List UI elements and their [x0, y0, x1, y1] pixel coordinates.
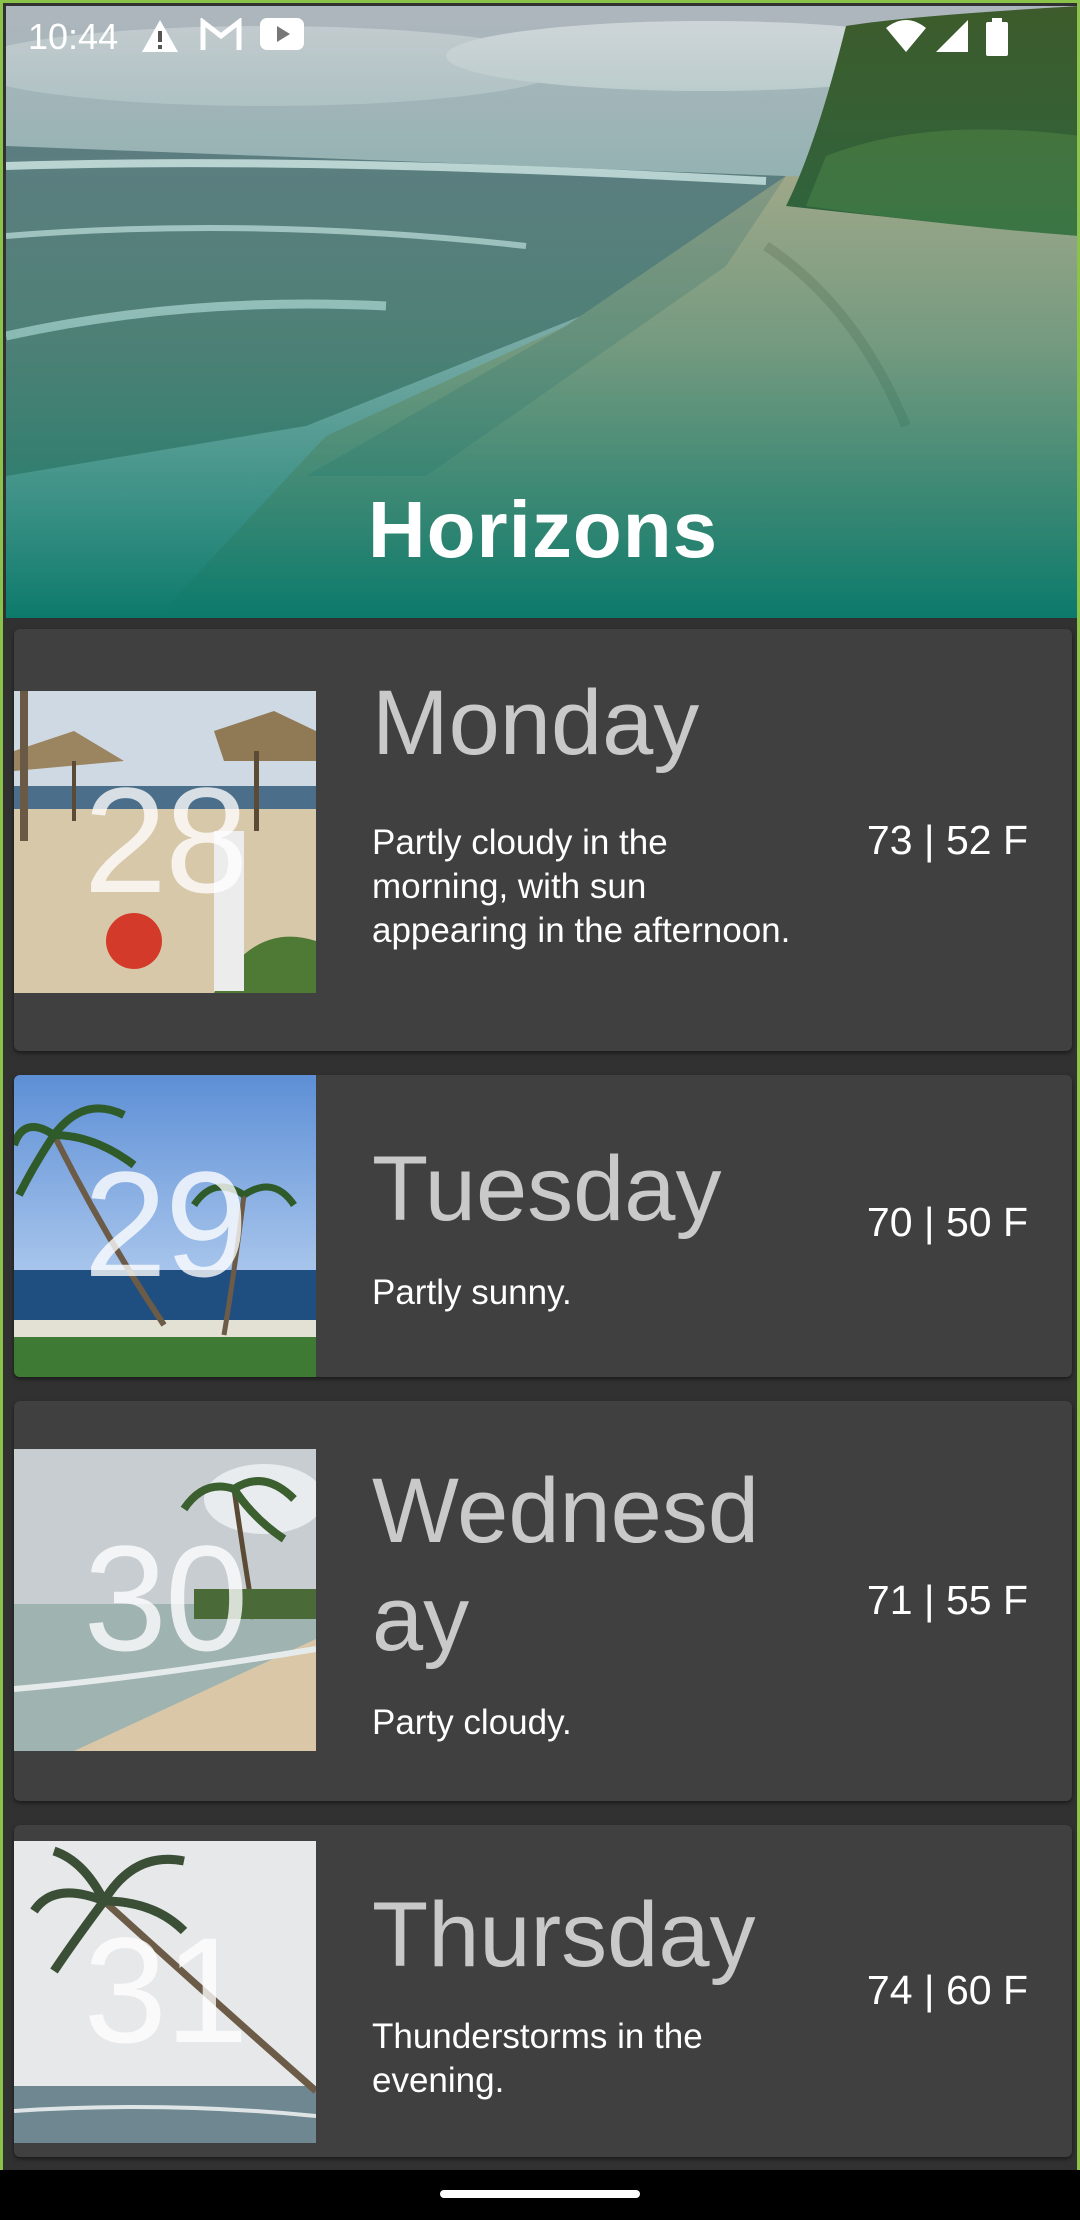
youtube-icon [260, 18, 304, 50]
day-name: Wednesday [372, 1460, 760, 1670]
day-thumbnail: 28 [14, 691, 316, 993]
battery-icon [986, 18, 1008, 56]
day-description: Partly cloudy in the morning, with sun a… [372, 823, 791, 950]
date-number: 31 [83, 1906, 249, 2074]
temperature-range: 73 | 52 F [866, 817, 1028, 863]
warning-icon [142, 20, 178, 52]
app-screen: Horizons 10:44 28 Monday Partly cloudy i… [0, 0, 1080, 2220]
forecast-card-tuesday[interactable]: 29 Tuesday Partly sunny. 70 | 50 F [14, 1075, 1072, 1377]
temperature-range: 70 | 50 F [866, 1199, 1028, 1245]
day-description: Partly sunny. [372, 1273, 572, 1312]
day-description: Thunderstorms in the evening. [372, 2017, 703, 2100]
wifi-icon [886, 20, 926, 52]
day-thumbnail: 31 [14, 1841, 316, 2143]
status-bar: 10:44 [6, 6, 1077, 69]
forecast-card-thursday[interactable]: 31 Thursday Thunderstorms in the evening… [14, 1825, 1072, 2157]
day-name: Thursday [372, 1884, 756, 1986]
day-name: Tuesday [372, 1138, 722, 1240]
forecast-card-monday[interactable]: 28 Monday Partly cloudy in the morning, … [14, 629, 1072, 1051]
home-gesture-handle[interactable] [440, 2190, 640, 2198]
day-description: Party cloudy. [372, 1703, 572, 1742]
header-banner: Horizons [6, 6, 1077, 618]
forecast-card-wednesday[interactable]: 30 Wednesday Party cloudy. 71 | 55 F [14, 1401, 1072, 1801]
app-title: Horizons [367, 485, 719, 574]
temperature-range: 74 | 60 F [866, 1967, 1028, 2013]
day-name: Monday [372, 672, 700, 774]
date-number: 30 [83, 1514, 249, 1682]
temperature-range: 71 | 55 F [866, 1577, 1028, 1623]
date-number: 29 [83, 1140, 249, 1308]
gmail-icon [200, 18, 242, 50]
day-thumbnail: 30 [14, 1449, 316, 1751]
date-number: 28 [83, 756, 249, 924]
signal-icon [936, 20, 968, 52]
status-time: 10:44 [28, 16, 119, 57]
day-thumbnail: 29 [14, 1075, 316, 1377]
